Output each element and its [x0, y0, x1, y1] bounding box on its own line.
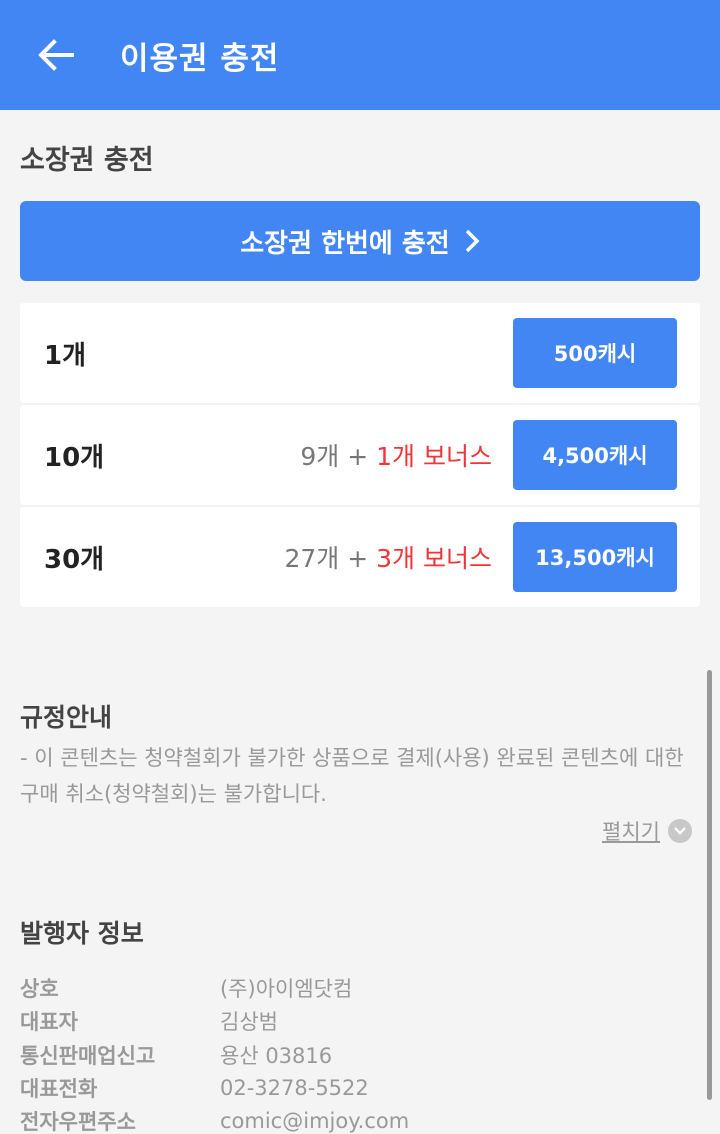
bonus-count: 1개 보너스 [376, 442, 492, 471]
item-desc: 9개 + 1개 보너스 [104, 437, 492, 473]
charge-all-button[interactable]: 소장권 한번에 충전 [20, 201, 700, 281]
publisher-row: 전자우편주소 comic@imjoy.com [20, 1104, 409, 1134]
publisher-row: 통신판매업신고 용산 03816 [20, 1038, 332, 1071]
publisher-value: 김상범 [220, 1009, 278, 1034]
price-button[interactable]: 500캐시 [513, 318, 677, 388]
expand-link[interactable]: 펼치기 [602, 816, 692, 846]
publisher-label: 상호 [20, 976, 59, 1001]
publisher-value: 용산 03816 [220, 1043, 333, 1068]
price-button[interactable]: 13,500캐시 [513, 522, 677, 592]
item-desc: 27개 + 3개 보너스 [104, 539, 492, 575]
publisher-title: 발행자 정보 [20, 919, 144, 948]
page-title: 이용권 충전 [120, 40, 280, 77]
arrow-left-icon [38, 39, 74, 71]
item-count: 30개 [44, 544, 105, 575]
publisher-row: 대표자 김상범 [20, 1004, 278, 1037]
price-button[interactable]: 4,500캐시 [513, 420, 677, 490]
back-button[interactable] [16, 0, 96, 110]
publisher-label: 대표자 [20, 1009, 78, 1034]
base-count: 9개 [300, 442, 340, 471]
policy-text: - 이 콘텐츠는 청약철회가 불가한 상품으로 결제(사용) 완료된 콘텐츠에 … [20, 746, 684, 806]
app-bar: 이용권 충전 [0, 0, 720, 110]
scrollbar[interactable] [707, 670, 712, 1100]
charge-item-row: 10개 9개 + 1개 보너스 4,500캐시 [20, 405, 700, 505]
publisher-row: 상호 (주)아이엠닷컴 [20, 971, 352, 1004]
base-count: 27개 [284, 544, 340, 573]
publisher-value: 02-3278-5522 [220, 1075, 369, 1100]
publisher-row: 대표전화 02-3278-5522 [20, 1071, 369, 1104]
charge-item-row: 30개 27개 + 3개 보너스 13,500캐시 [20, 507, 700, 607]
item-count: 1개 [44, 340, 87, 371]
publisher-value: (주)아이엠닷컴 [220, 976, 353, 1001]
publisher-label: 통신판매업신고 [20, 1043, 156, 1068]
publisher-label: 대표전화 [20, 1076, 98, 1101]
plus-sign: + [347, 544, 369, 573]
policy-title: 규정안내 [20, 703, 113, 732]
item-count: 10개 [44, 442, 105, 473]
publisher-value: comic@imjoy.com [220, 1108, 410, 1133]
expand-label: 펼치기 [602, 820, 660, 844]
publisher-label: 전자우편주소 [20, 1109, 136, 1134]
chevron-right-icon [465, 229, 480, 253]
bonus-count: 3개 보너스 [376, 544, 492, 573]
charge-section-title: 소장권 충전 [20, 145, 154, 176]
plus-sign: + [347, 442, 369, 471]
chevron-down-circle-icon [668, 819, 692, 843]
charge-item-row: 1개 500캐시 [20, 303, 700, 403]
charge-all-label: 소장권 한번에 충전 [240, 228, 450, 259]
